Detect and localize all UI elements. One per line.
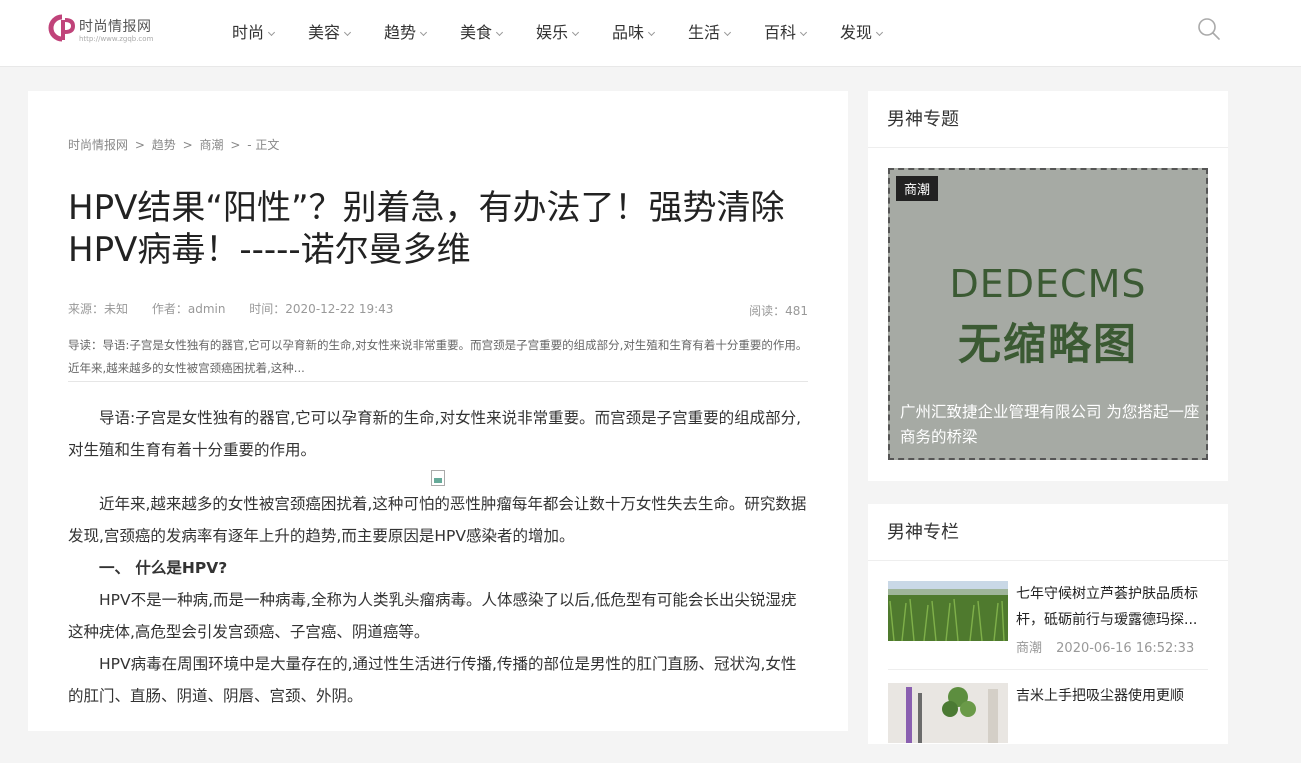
sidebar-topic-card: 男神专题 商潮 DEDECMS 无缩略图 广州汇致捷企业管理有限公司 为您搭起一…: [868, 91, 1228, 481]
chevron-down-icon: [495, 28, 504, 37]
nav-label: 趋势: [384, 23, 417, 42]
paragraph: 近年来,越来越多的女性被宫颈癌困扰着,这种可怕的恶性肿瘤每年都会让数十万女性失去…: [68, 495, 807, 545]
nav-label: 美容: [308, 23, 341, 42]
post-thumbnail[interactable]: [888, 581, 1008, 641]
chevron-down-icon: [343, 28, 352, 37]
featured-post-title[interactable]: 广州汇致捷企业管理有限公司 为您搭起一座商务的桥梁: [900, 400, 1200, 450]
breadcrumb: 时尚情报网 > 趋势 > 商潮 > - 正文: [68, 136, 282, 153]
category-badge[interactable]: 商潮: [896, 176, 939, 201]
nav-label: 百科: [764, 23, 797, 42]
chevron-down-icon: [875, 28, 884, 37]
logo-name: 时尚情报网: [79, 19, 152, 35]
list-item-date: 2020-06-16 16:52:33: [1056, 641, 1195, 656]
divider: [68, 381, 808, 382]
nav-label: 品味: [612, 23, 645, 42]
chevron-down-icon: [267, 28, 276, 37]
section-heading: 一、 什么是HPV?: [99, 559, 228, 577]
site-header: 时尚情报网 http://www.zgqb.com 时尚 美容 趋势 美食 娱乐…: [0, 0, 1301, 67]
article-title: HPV结果“阳性”？别着急，有办法了！强势清除HPV病毒！-----诺尔曼多维: [68, 188, 785, 270]
sidebar-column-card: 男神专栏 七年守候树立芦荟护肤品质标杆，砥砺前行与瑷露德玛探... 商潮 202…: [868, 504, 1228, 744]
breadcrumb-current: - 正文: [247, 138, 280, 152]
breadcrumb-separator: >: [182, 138, 193, 152]
article-author: 作者：admin: [151, 302, 226, 316]
chevron-down-icon: [723, 28, 732, 37]
nav-item-food[interactable]: 美食: [460, 19, 504, 42]
article-time: 时间：2020-12-22 19:43: [249, 302, 394, 316]
article-source: 来源：未知: [68, 302, 129, 316]
nav-label: 娱乐: [536, 23, 569, 42]
breadcrumb-category[interactable]: 趋势: [152, 138, 176, 152]
paragraph: HPV不是一种病,而是一种病毒,全称为人类乳头瘤病毒。人体感染了以后,低危型有可…: [68, 591, 797, 641]
chevron-down-icon: [799, 28, 808, 37]
nav-item-trend[interactable]: 趋势: [384, 19, 428, 42]
placeholder-image-text: DEDECMS: [949, 262, 1147, 306]
sidebar-heading: 男神专栏: [868, 504, 1228, 561]
list-item[interactable]: 七年守候树立芦荟护肤品质标杆，砥砺前行与瑷露德玛探... 商潮 2020-06-…: [888, 581, 1208, 670]
breadcrumb-separator: >: [134, 138, 145, 152]
breadcrumb-separator: >: [230, 138, 241, 152]
article-reads: 阅读：481: [749, 304, 808, 318]
breadcrumb-home[interactable]: 时尚情报网: [68, 138, 128, 152]
breadcrumb-subcategory[interactable]: 商潮: [199, 138, 223, 152]
list-item-title[interactable]: 吉米上手把吸尘器使用更顺: [1016, 683, 1208, 735]
article-card: 时尚情报网 > 趋势 > 商潮 > - 正文 HPV结果“阳性”？别着急，有办法…: [28, 91, 848, 731]
article-summary: 导读：导语:子宫是女性独有的器官,它可以孕育新的生命,对女性来说非常重要。而宫颈…: [68, 338, 808, 375]
list-item[interactable]: 吉米上手把吸尘器使用更顺: [888, 683, 1208, 763]
featured-post[interactable]: 商潮 DEDECMS 无缩略图 广州汇致捷企业管理有限公司 为您搭起一座商务的桥…: [888, 168, 1208, 460]
chevron-down-icon: [419, 28, 428, 37]
logo-url: http://www.zgqb.com: [79, 35, 154, 43]
nav-item-entertainment[interactable]: 娱乐: [536, 19, 580, 42]
chevron-down-icon: [647, 28, 656, 37]
search-icon[interactable]: [1197, 17, 1221, 41]
paragraph: 导语:子宫是女性独有的器官,它可以孕育新的生命,对女性来说非常重要。而宫颈是子宫…: [68, 409, 802, 459]
broken-image-icon: [431, 470, 445, 486]
nav-item-beauty[interactable]: 美容: [308, 19, 352, 42]
nav-label: 时尚: [232, 23, 265, 42]
nav-item-discover[interactable]: 发现: [840, 19, 884, 42]
divider: [888, 669, 1208, 670]
paragraph: HPV病毒在周围环境中是大量存在的,通过性生活进行传播,传播的部位是男性的肛门直…: [68, 655, 797, 705]
list-item-meta: 商潮 2020-06-16 16:52:33: [1016, 637, 1204, 656]
post-thumbnail[interactable]: [888, 683, 1008, 743]
nav-item-wiki[interactable]: 百科: [764, 19, 808, 42]
sidebar-heading: 男神专题: [868, 91, 1228, 148]
nav-item-fashion[interactable]: 时尚: [232, 19, 276, 42]
nav-label: 美食: [460, 23, 493, 42]
list-item-category[interactable]: 商潮: [1016, 641, 1042, 656]
logo-mark-icon: [48, 14, 76, 42]
nav-item-life[interactable]: 生活: [688, 19, 732, 42]
list-item-title[interactable]: 七年守候树立芦荟护肤品质标杆，砥砺前行与瑷露德玛探...: [1016, 581, 1208, 633]
article-meta: 来源：未知 作者：admin 时间：2020-12-22 19:43: [68, 300, 413, 317]
nav-label: 生活: [688, 23, 721, 42]
nav-label: 发现: [840, 23, 873, 42]
site-logo[interactable]: 时尚情报网 http://www.zgqb.com: [48, 12, 168, 48]
chevron-down-icon: [571, 28, 580, 37]
placeholder-image-text: 无缩略图: [958, 320, 1138, 370]
article-body: 导语:子宫是女性独有的器官,它可以孕育新的生命,对女性来说非常重要。而宫颈是子宫…: [68, 402, 808, 712]
nav-item-taste[interactable]: 品味: [612, 19, 656, 42]
